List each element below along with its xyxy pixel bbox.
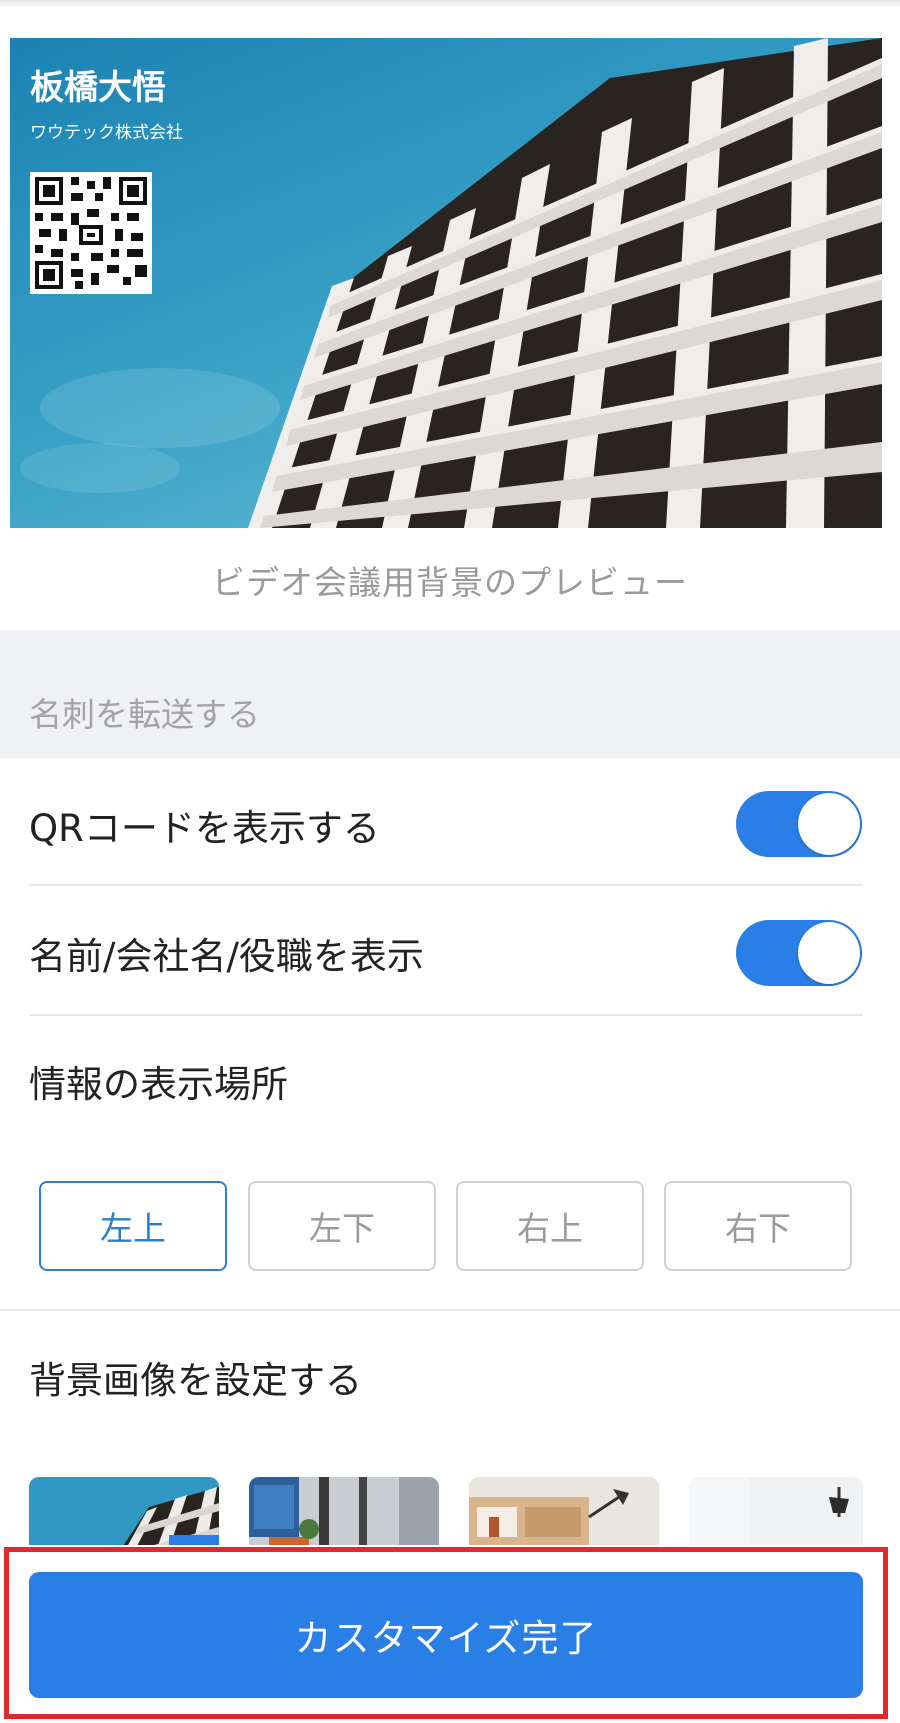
toggle-knob [798,922,860,984]
card-name: 板橋大悟 [30,68,166,108]
preview-caption: ビデオ会議用背景のプレビュー [212,563,688,602]
show-info-toggle[interactable] [736,920,862,986]
position-top-left-button[interactable]: 左上 [39,1181,227,1271]
position-bottom-left-button[interactable]: 左下 [248,1181,436,1271]
divider [0,1309,900,1311]
background-label: 背景画像を設定する [29,1359,362,1402]
video-background-preview: 板橋大悟 ワウテック株式会社 [10,38,882,528]
toggle-knob [798,793,860,855]
position-bottom-right-button[interactable]: 右下 [664,1181,852,1271]
card-company: ワウテック株式会社 [30,123,183,143]
section-title: 名刺を転送する [29,695,260,734]
show-info-label: 名前/会社名/役職を表示 [29,935,424,978]
qr-code-icon [30,172,152,294]
section-header: 名刺を転送する [0,630,900,758]
divider [29,1014,863,1016]
show-qr-label: QRコードを表示する [29,807,380,850]
position-label: 情報の表示場所 [29,1063,288,1106]
position-top-right-button[interactable]: 右上 [456,1181,644,1271]
show-qr-toggle[interactable] [736,791,862,857]
divider [29,884,863,886]
highlight-box [4,1547,888,1719]
top-edge-shadow [0,0,900,8]
